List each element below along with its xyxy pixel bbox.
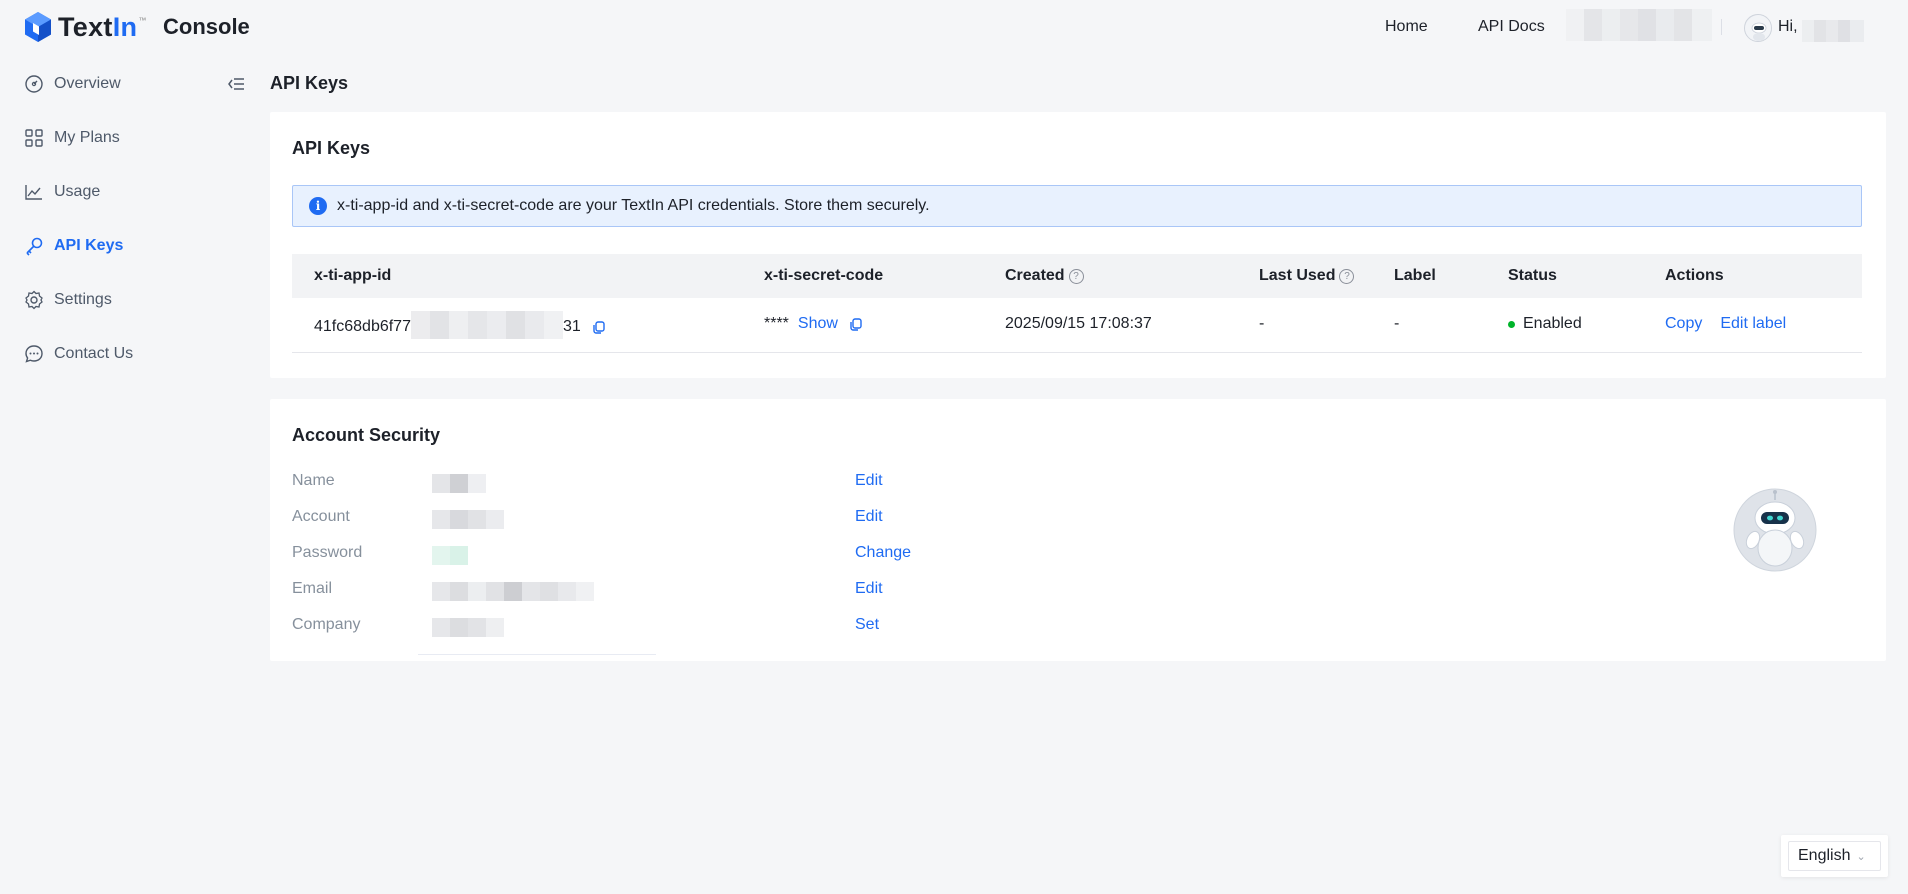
sidebar-item-settings[interactable]: Settings	[24, 285, 112, 315]
status-badge: Enabled	[1523, 315, 1582, 332]
actions-cell: Copy Edit label	[1665, 315, 1786, 333]
user-avatar[interactable]	[1744, 14, 1772, 42]
top-header: TextIn ™ Console Home API Docs Hi,	[0, 0, 1908, 56]
sidebar-item-overview[interactable]: Overview	[24, 69, 121, 99]
column-header-app-id: x-ti-app-id	[314, 267, 392, 284]
sidebar-item-label: Contact Us	[54, 345, 134, 362]
card-title: Account Security	[292, 425, 441, 445]
robot-avatar-icon	[1745, 15, 1771, 41]
show-secret-button[interactable]: Show	[798, 315, 838, 333]
copy-button[interactable]: Copy	[1665, 315, 1702, 333]
password-label: Password	[292, 544, 363, 561]
nav-home-link[interactable]: Home	[1385, 18, 1428, 36]
redacted-name-value	[432, 474, 486, 493]
change-password-button[interactable]: Change	[855, 544, 911, 562]
table-row: 41fc68db6f77 31 **** Show 2025/09/15 17:…	[292, 298, 1862, 353]
last-used-cell: -	[1259, 315, 1265, 332]
gear-icon	[25, 290, 43, 310]
api-keys-card: API Keys i x-ti-app-id and x-ti-secret-c…	[270, 112, 1886, 378]
textin-cube-icon	[25, 12, 51, 42]
key-icon	[26, 237, 43, 256]
trademark-mark: ™	[138, 15, 147, 25]
email-label: Email	[292, 580, 333, 597]
collapse-sidebar-icon[interactable]	[226, 74, 246, 94]
header-divider	[1721, 19, 1722, 35]
redacted-username	[1802, 20, 1864, 42]
status-cell: Enabled	[1508, 315, 1582, 333]
sidebar-item-label: My Plans	[54, 129, 120, 146]
language-select[interactable]: English ⌄	[1788, 841, 1881, 871]
alert-text: x-ti-app-id and x-ti-secret-code are you…	[337, 197, 930, 214]
edit-label-button[interactable]: Edit label	[1720, 315, 1786, 333]
sidebar-item-contact-us[interactable]: Contact Us	[24, 339, 133, 369]
redacted-nav-item[interactable]	[1566, 9, 1712, 41]
sidebar-item-label: Usage	[54, 183, 101, 200]
column-header-status: Status	[1508, 267, 1557, 284]
sidebar-item-usage[interactable]: Usage	[24, 177, 100, 207]
redacted-email-value	[432, 582, 594, 601]
app-id-prefix: 41fc68db6f77	[314, 318, 411, 335]
set-company-button[interactable]: Set	[855, 616, 879, 634]
edit-account-button[interactable]: Edit	[855, 508, 883, 526]
robot-assistant-icon[interactable]	[1733, 488, 1817, 572]
grid-icon	[25, 129, 43, 147]
secret-cell: **** Show	[764, 315, 864, 333]
account-label: Account	[292, 508, 350, 525]
sidebar-item-label: Overview	[54, 75, 121, 92]
account-security-card: Account Security Name Edit Account Edit …	[270, 399, 1886, 661]
app-id-suffix: 31	[562, 318, 581, 335]
sidebar-item-my-plans[interactable]: My Plans	[24, 123, 120, 153]
chevron-down-icon: ⌄	[1856, 850, 1866, 863]
created-cell: 2025/09/15 17:08:37	[1005, 315, 1152, 332]
sidebar-item-label: Settings	[54, 291, 112, 308]
info-icon: i	[309, 197, 327, 215]
label-cell: -	[1394, 315, 1400, 332]
help-icon[interactable]: ?	[1339, 268, 1355, 284]
nav-api-docs-link[interactable]: API Docs	[1478, 18, 1545, 36]
app-id-cell: 41fc68db6f77 31	[314, 311, 607, 339]
company-label: Company	[292, 616, 361, 633]
status-dot	[1508, 320, 1515, 328]
secret-masked: ****	[764, 315, 789, 332]
copy-icon[interactable]	[848, 316, 864, 332]
language-selector-box: English ⌄	[1781, 835, 1888, 877]
help-icon[interactable]: ?	[1068, 268, 1084, 284]
column-header-secret: x-ti-secret-code	[764, 267, 884, 284]
edit-name-button[interactable]: Edit	[855, 472, 883, 490]
language-selected-value: English	[1798, 847, 1851, 864]
sidebar: Overview My Plans Usage API Keys Setting…	[0, 56, 250, 894]
table-header: x-ti-app-id x-ti-secret-code Created? La…	[292, 254, 1862, 298]
redacted-company-value	[432, 618, 504, 637]
redacted-app-id	[410, 311, 563, 339]
page-title: API Keys	[270, 73, 349, 93]
edit-email-button[interactable]: Edit	[855, 580, 883, 598]
chat-icon	[25, 345, 43, 363]
console-title: Console	[163, 14, 250, 39]
column-header-created: Created?	[1005, 267, 1084, 285]
sidebar-item-label: API Keys	[54, 237, 124, 254]
logo-text: TextIn	[58, 11, 138, 42]
divider	[418, 654, 656, 655]
column-header-actions: Actions	[1665, 267, 1724, 284]
gauge-icon	[25, 75, 43, 93]
column-header-last-used: Last Used?	[1259, 267, 1355, 285]
copy-icon[interactable]	[591, 319, 607, 335]
name-label: Name	[292, 472, 335, 489]
column-header-label: Label	[1394, 267, 1436, 284]
sidebar-item-api-keys[interactable]: API Keys	[24, 231, 123, 261]
redacted-password-value	[432, 546, 468, 565]
chart-icon	[25, 185, 42, 200]
credentials-alert: i x-ti-app-id and x-ti-secret-code are y…	[292, 185, 1862, 227]
card-title: API Keys	[292, 138, 371, 158]
redacted-account-value	[432, 510, 504, 529]
greeting-text: Hi,	[1778, 18, 1798, 35]
textin-logo[interactable]: TextIn ™	[24, 11, 146, 43]
